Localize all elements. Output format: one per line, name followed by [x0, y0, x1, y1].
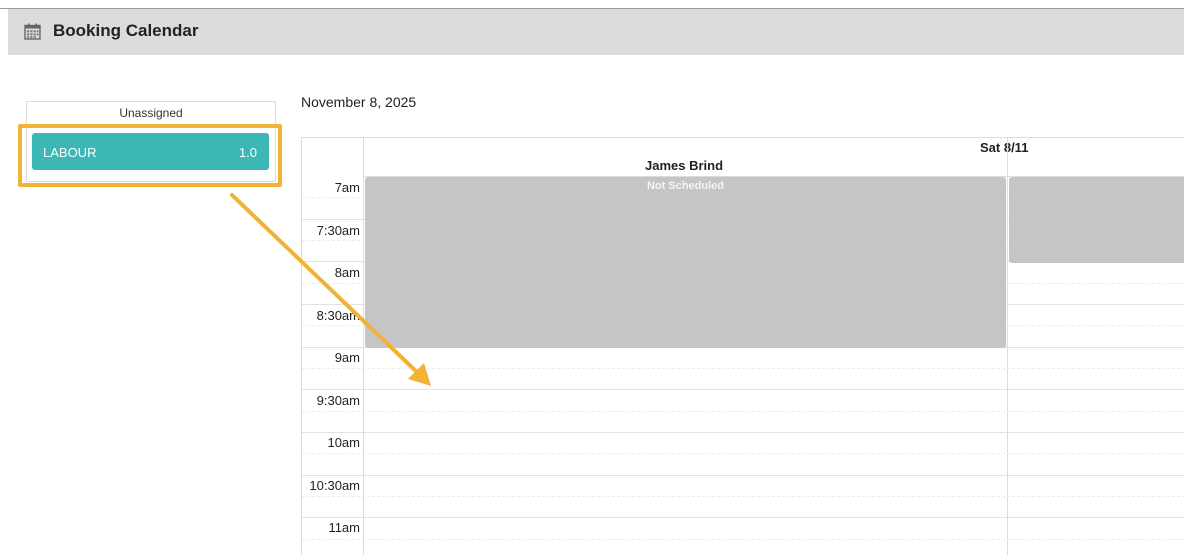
not-scheduled-block: Not Scheduled: [365, 177, 1006, 348]
slot-line: [302, 475, 1184, 476]
time-label: 8am: [334, 265, 360, 280]
slot-line: [302, 389, 1184, 390]
annotation-highlight-box: [18, 124, 282, 187]
slot-line: [302, 517, 1184, 518]
page-header: Booking Calendar: [8, 9, 1184, 55]
half-slot-line: [302, 368, 1184, 369]
time-label: 8:30am: [316, 308, 360, 323]
half-slot-line: [302, 539, 1184, 540]
not-scheduled-label: Not Scheduled: [646, 180, 724, 192]
time-label: 7:30am: [316, 223, 360, 238]
not-scheduled-block-next: [1009, 177, 1184, 263]
calendar-grid[interactable]: Sat 8/11 James Brind 7am 7:30am 8am 8:30…: [301, 137, 1184, 555]
calendar-date: November 8, 2025: [301, 94, 417, 110]
time-label: 9am: [334, 350, 360, 365]
unassigned-title: Unassigned: [119, 106, 183, 120]
resource-header: James Brind: [645, 158, 724, 173]
slot-line: [302, 432, 1184, 433]
page-title: Booking Calendar: [53, 21, 199, 40]
time-label: 7am: [334, 180, 360, 195]
time-label: 11am: [328, 520, 360, 535]
day-header: Sat 8/11: [980, 140, 1029, 155]
half-slot-line: [302, 496, 1184, 497]
half-slot-line: [302, 453, 1184, 454]
time-label: 9:30am: [316, 393, 360, 408]
time-label: 10am: [327, 435, 360, 450]
half-slot-line: [302, 411, 1184, 412]
time-label: 10:30am: [309, 478, 360, 493]
calendar-icon: [24, 23, 41, 40]
